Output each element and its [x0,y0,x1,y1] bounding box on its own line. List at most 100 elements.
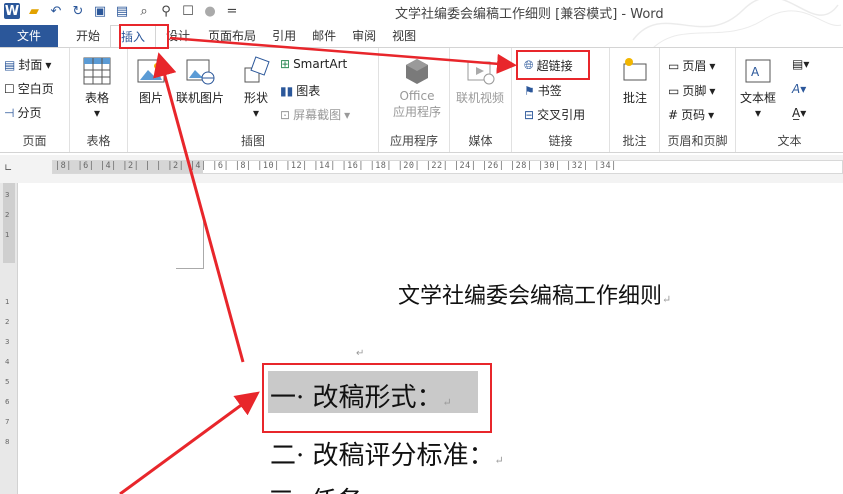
header-button[interactable]: ▭ 页眉 ▾ [668,57,715,74]
group-pages: ▤ 封面 ▾ ☐ 空白页 ⊣ 分页 页面 [0,48,70,152]
vruler-tick: 5 [5,378,10,386]
group-label-header-footer: 页眉和页脚 [667,134,728,148]
group-label-illustrations: 插图 [240,134,265,148]
wordart-button[interactable]: A▾ [792,82,806,96]
tab-selector-icon[interactable]: ∟ [4,163,16,175]
group-label-comments: 批注 [622,134,647,148]
tab-review[interactable]: 审阅 [344,25,384,47]
comment-button[interactable]: 批注 [620,56,650,106]
quick-parts-icon: ▤▾ [792,57,810,71]
textbox-icon: A [745,59,771,83]
vruler-tick: 6 [5,398,10,406]
page-number-icon: # [668,107,679,122]
bookmark-icon: ⚑ [524,83,535,98]
group-illustrations: 图片 联机图片 形状 ▾ ⊞ SmartArt ▮▮ 图表 ⊡ 屏幕截图 ▾ 插… [128,48,379,152]
open-icon[interactable]: ▰ [26,3,42,19]
online-picture-button[interactable]: 联机图片 [176,56,224,106]
group-label-media: 媒体 [468,134,493,148]
heading-line-1[interactable]: 一· 改稿形式：↵ [270,377,452,414]
ribbon-insert: ▤ 封面 ▾ ☐ 空白页 ⊣ 分页 页面 表格 ▾ 表格 图片 联机图片 形状 … [0,47,843,153]
tab-insert[interactable]: 插入 [110,25,157,47]
cover-page-button[interactable]: ▤ 封面 ▾ [4,56,51,73]
circle-icon[interactable]: ● [202,3,218,19]
page-number-button[interactable]: # 页码 ▾ [668,106,714,123]
screenshot-icon: ⊡ [280,107,291,122]
group-label-pages: 页面 [22,134,47,148]
customize-qat-icon[interactable]: = [224,3,240,19]
screenshot-button[interactable]: ⊡ 屏幕截图 ▾ [280,106,350,123]
group-apps: Office 应用程序 应用程序 [379,48,450,152]
tab-design[interactable]: 设计 [156,25,200,47]
comment-icon [623,58,647,81]
crossref-button[interactable]: ⊟ 交叉引用 [524,106,585,123]
table-icon [83,57,111,85]
vruler-tick: 1 [5,298,10,306]
group-label-text: 文本 [777,134,802,148]
table-button[interactable]: 表格 ▾ [82,56,112,120]
svg-text:A: A [751,65,760,79]
group-text: A 文本框 ▾ ▤▾ A▾ A̲▾ 文本 [736,48,843,152]
chart-button[interactable]: ▮▮ 图表 [280,82,320,99]
blank-page-icon: ☐ [4,81,15,96]
quick-parts-button[interactable]: ▤▾ [792,57,809,71]
paragraph-mark: ↵ [662,293,672,306]
blank-page-button[interactable]: ☐ 空白页 [4,80,54,97]
paragraph-mark: ↵ [494,454,504,467]
vruler-tick: 1 [5,231,10,239]
margin-corner-mark [176,221,204,269]
vruler-tick: 2 [5,211,10,219]
vruler-tick: 4 [5,358,10,366]
footer-button[interactable]: ▭ 页脚 ▾ [668,82,715,99]
tab-file[interactable]: 文件 [0,25,58,47]
group-label-apps: 应用程序 [389,134,438,148]
title-bar: W ▰ ↶ ↻ ▣ ▤ ⌕ ⚲ ☐ ● = 文学社编委会编稿工作细则 [兼容模式… [0,0,843,49]
vruler-tick: 2 [5,318,10,326]
shapes-button[interactable]: 形状 ▾ [241,56,271,120]
hyperlink-icon: 🌐︎ [524,58,534,72]
online-video-button[interactable]: 联机视频 [456,56,504,106]
print-preview-icon[interactable]: ⌕ [136,3,152,19]
footer-icon: ▭ [668,83,680,98]
tab-layout[interactable]: 页面布局 [200,25,264,47]
undo-icon[interactable]: ↶ [48,3,64,19]
paragraph-mark: ↵ [442,396,452,409]
wordart-icon: A▾ [792,82,807,96]
paragraph-mark: ↵ [356,348,365,359]
online-picture-icon [186,59,215,85]
redo-icon[interactable]: ↻ [70,3,86,19]
new-doc-icon[interactable]: ☐ [180,3,196,19]
heading-line-3[interactable]: 三· 任务 [268,481,363,494]
group-comments: 批注 批注 [610,48,660,152]
horizontal-ruler[interactable]: |8| |6| |4| |2| | | |2| |4| |6| |8| |10|… [52,160,843,174]
ribbon-tabs: 文件 开始 插入 设计 页面布局 引用 邮件 审阅 视图 [0,25,843,47]
hyperlink-button[interactable]: 🌐︎ 超链接 [524,57,573,74]
office-apps-button[interactable]: Office 应用程序 [393,56,441,120]
bookmark-button[interactable]: ⚑ 书签 [524,82,562,99]
dropcap-icon: A̲▾ [792,106,807,120]
page-break-button[interactable]: ⊣ 分页 [4,104,41,121]
find-icon[interactable]: ⚲ [158,3,174,19]
vruler-tick: 8 [5,438,10,446]
group-label-table: 表格 [86,134,111,148]
vertical-ruler[interactable]: 3 2 1 1 2 3 4 5 6 7 8 [0,183,18,494]
tab-mailings[interactable]: 邮件 [304,25,344,47]
document-page[interactable]: 文学社编委会编稿工作细则↵ ↵ 一· 改稿形式：↵ 二· 改稿评分标准：↵ 三·… [18,183,843,494]
save-as-icon[interactable]: ▤ [114,3,130,19]
smartart-button[interactable]: ⊞ SmartArt [280,57,347,71]
header-icon: ▭ [668,58,680,73]
dropcap-button[interactable]: A̲▾ [792,106,806,120]
online-video-icon [467,61,495,85]
tab-view[interactable]: 视图 [384,25,424,47]
tab-home[interactable]: 开始 [66,25,110,47]
vruler-tick: 3 [5,191,10,199]
chart-icon: ▮▮ [280,83,294,98]
picture-button[interactable]: 图片 [136,56,166,106]
ruler-row: ∟ |8| |6| |4| |2| | | |2| |4| |6| |8| |1… [0,155,843,183]
shapes-icon [244,56,270,83]
crossref-icon: ⊟ [524,107,535,122]
cover-page-icon: ▤ [4,57,16,72]
textbox-button[interactable]: A 文本框 ▾ [740,56,776,120]
save-icon[interactable]: ▣ [92,3,108,19]
tab-references[interactable]: 引用 [264,25,304,47]
heading-line-2[interactable]: 二· 改稿评分标准：↵ [270,435,504,472]
